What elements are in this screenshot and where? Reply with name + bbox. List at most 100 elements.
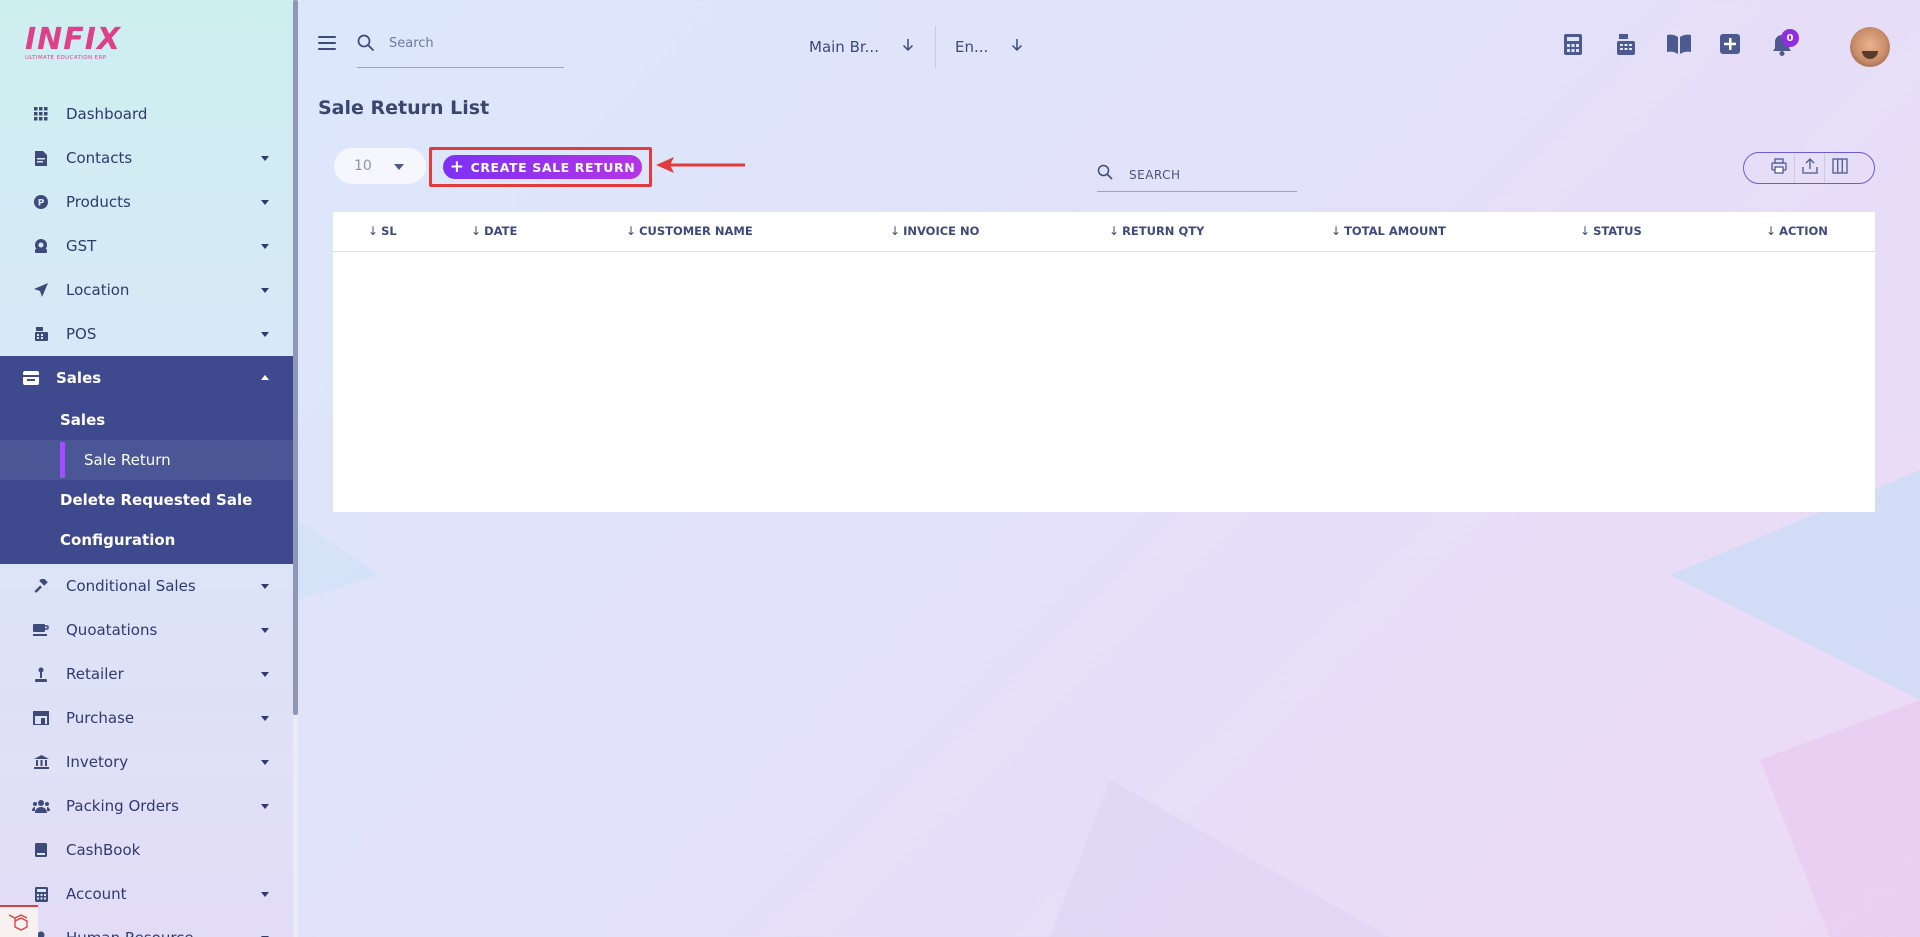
sidebar-item-inventory[interactable]: Invetory [0,740,293,784]
sidebar-item-human-resource[interactable]: Human Resource [0,916,293,937]
sidebar-item-label: Location [66,281,130,299]
chevron-down-icon [261,628,269,633]
notification-badge: 0 [1781,29,1799,47]
sidebar-item-pos[interactable]: POS [0,312,293,356]
chevron-down-icon [261,288,269,293]
create-sale-return-label: CREATE SALE RETURN [470,159,636,175]
column-header-sl[interactable]: ↓ SL [368,224,397,238]
gst-icon [32,237,50,255]
chevron-down-icon [261,244,269,249]
columns-icon [1831,158,1848,178]
sidebar-item-label: Products [66,193,131,211]
create-sale-return-button[interactable]: + CREATE SALE RETURN [443,155,642,179]
grid-icon [32,105,50,123]
branch-select[interactable]: Main Br... [809,32,919,62]
print-button[interactable] [1764,154,1794,182]
add-square-icon[interactable] [1720,34,1742,56]
column-header-status[interactable]: ↓ STATUS [1580,224,1642,238]
store-icon [22,369,40,387]
sidebar-item-label: Dashboard [66,105,148,123]
print-icon [1771,158,1787,178]
sidebar-item-purchase[interactable]: Purchase [0,696,293,740]
sale-return-table: ↓ SL ↓ DATE ↓ CUSTOMER NAME ↓ INVOICE NO ↓ RE… [333,212,1875,512]
sidebar-item-location[interactable]: Location [0,268,293,312]
column-label: RETURN QTY [1122,224,1205,238]
sidebar-item-label: Packing Orders [66,797,179,815]
table-search [1097,160,1297,192]
sidebar: INFIX ULTIMATE EDUCATION ERP Dashboard C… [0,0,293,937]
sort-arrow-icon: ↓ [1109,224,1120,238]
column-header-date[interactable]: ↓ DATE [471,224,517,238]
column-header-total-amount[interactable]: ↓ TOTAL AMOUNT [1331,224,1446,238]
arrow-down-icon [902,38,914,56]
sort-arrow-icon: ↓ [626,224,637,238]
column-label: DATE [484,224,518,238]
sidebar-item-products[interactable]: P Products [0,180,293,224]
annotation-arrow-icon [656,157,745,173]
app-logo[interactable]: INFIX ULTIMATE EDUCATION ERP [25,22,135,70]
calculator-icon[interactable] [1564,34,1586,56]
chevron-down-icon [261,200,269,205]
sidebar-item-gst[interactable]: GST [0,224,293,268]
column-label: SL [381,224,397,238]
sidebar-item-label: POS [66,325,97,343]
sidebar-subitem-sales[interactable]: Sales [0,400,293,440]
person-icon [32,665,50,683]
sidebar-subitem-configuration[interactable]: Configuration [0,520,293,560]
coffee-icon [32,621,50,639]
page-title: Sale Return List [318,97,490,119]
cash-register-icon[interactable] [1615,34,1637,56]
sidebar-item-contacts[interactable]: Contacts [0,136,293,180]
column-header-invoice-no[interactable]: ↓ INVOICE NO [890,224,979,238]
language-select[interactable]: En... [955,32,1025,62]
sidebar-subitem-sale-return[interactable]: Sale Return [0,440,293,480]
avatar[interactable] [1850,27,1890,67]
column-header-action[interactable]: ↓ ACTION [1766,224,1828,238]
chevron-down-icon [261,716,269,721]
sidebar-subitem-delete-requested-sale[interactable]: Delete Requested Sale [0,480,293,520]
bank-icon [32,753,50,771]
column-label: CUSTOMER NAME [639,224,753,238]
book-icon [32,841,50,859]
sort-arrow-icon: ↓ [1766,224,1777,238]
sidebar-scrollbar-thumb[interactable] [293,0,298,715]
top-search [357,28,564,68]
top-search-input[interactable] [389,32,559,54]
export-button[interactable] [1794,154,1824,182]
hamburger-menu-icon[interactable] [318,36,336,52]
column-header-return-qty[interactable]: ↓ RETURN QTY [1109,224,1204,238]
product-icon: P [32,193,50,211]
svg-text:P: P [38,199,45,209]
sidebar-item-label: Invetory [66,753,129,771]
sidebar-item-label: Human Resource [66,929,194,937]
sidebar-item-retailer[interactable]: Retailer [0,652,293,696]
sidebar-item-account[interactable]: Account [0,872,293,916]
sidebar-item-label: Conditional Sales [66,577,196,595]
columns-button[interactable] [1824,154,1854,182]
arrow-down-icon [1011,38,1023,56]
search-icon [1097,164,1113,184]
per-page-select[interactable]: 10 [334,148,426,184]
sidebar-item-packing-orders[interactable]: Packing Orders [0,784,293,828]
sort-arrow-icon: ↓ [471,224,482,238]
upload-icon [1801,158,1818,178]
sidebar-item-label: GST [66,237,97,255]
laravel-debug-icon[interactable] [0,905,38,937]
sort-arrow-icon: ↓ [1331,224,1342,238]
table-header: ↓ SL ↓ DATE ↓ CUSTOMER NAME ↓ INVOICE NO ↓ RE… [333,212,1875,252]
chevron-down-icon [261,156,269,161]
sidebar-scrollbar[interactable] [293,0,298,937]
table-search-input[interactable] [1129,164,1289,186]
sidebar-item-dashboard[interactable]: Dashboard [0,92,293,136]
sidebar-item-label: CashBook [66,841,141,859]
chevron-up-icon [261,375,269,380]
sidebar-item-quotations[interactable]: Quoatations [0,608,293,652]
open-book-icon[interactable] [1667,34,1691,56]
sidebar-item-sales[interactable]: Sales [0,356,293,400]
sidebar-item-conditional-sales[interactable]: Conditional Sales [0,564,293,608]
caret-down-icon [394,164,404,170]
sidebar-item-cashbook[interactable]: CashBook [0,828,293,872]
sidebar-item-label: Purchase [66,709,135,727]
sidebar-item-label: Retailer [66,665,124,683]
column-header-customer-name[interactable]: ↓ CUSTOMER NAME [626,224,753,238]
